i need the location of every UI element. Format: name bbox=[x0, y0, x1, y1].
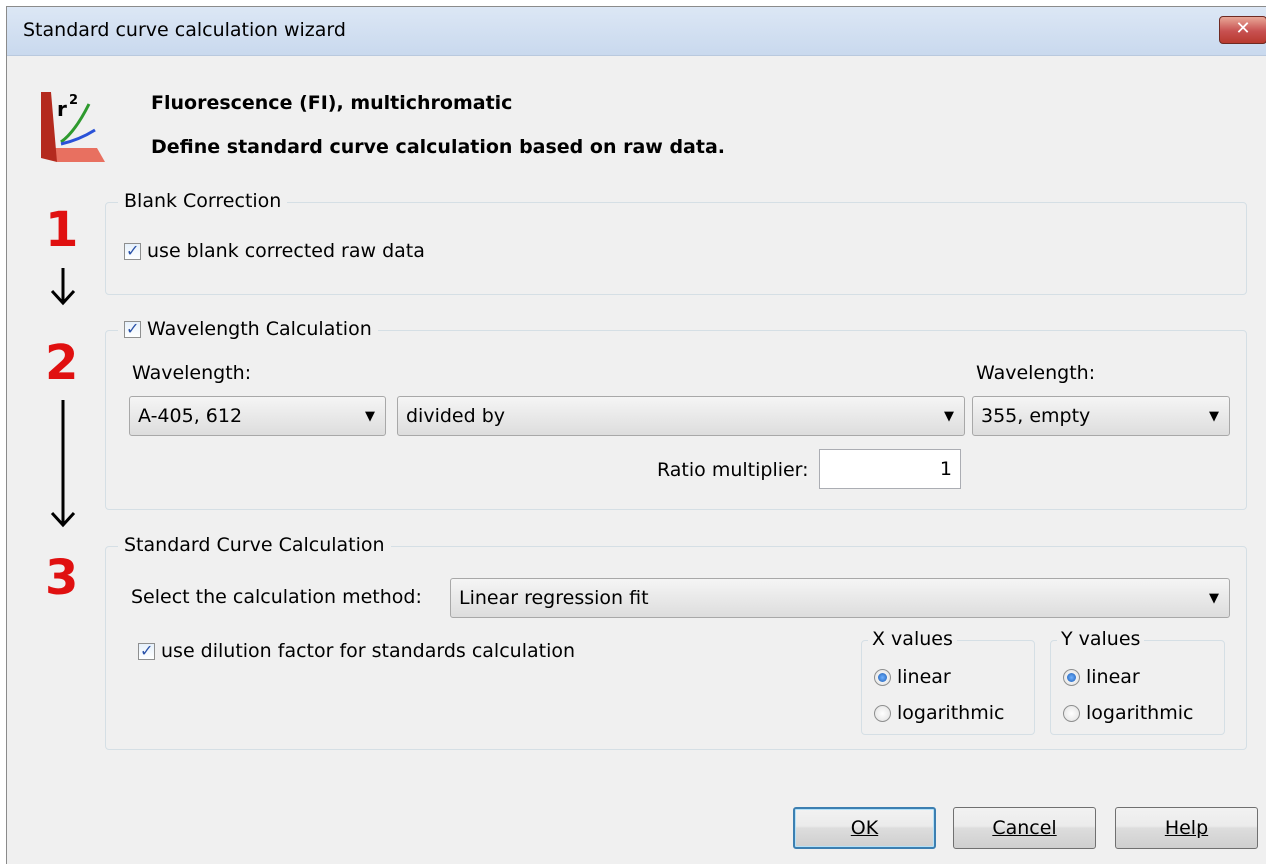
step-1-number: 1 bbox=[45, 202, 79, 258]
instruction-heading: Define standard curve calculation based … bbox=[151, 136, 725, 158]
chevron-down-icon: ▼ bbox=[365, 408, 375, 424]
right-wavelength-dropdown[interactable]: 355, empty ▼ bbox=[972, 396, 1230, 436]
wizard-window: Standard curve calculation wizard ✕ r 2 … bbox=[6, 6, 1266, 864]
step-arrow-down-icon bbox=[50, 400, 76, 528]
method-label: Select the calculation method: bbox=[131, 586, 422, 608]
step-3-number: 3 bbox=[45, 550, 79, 606]
x-values-group: X values linear logarithmic bbox=[861, 628, 1035, 735]
cancel-button[interactable]: Cancel bbox=[953, 807, 1096, 849]
use-blank-checkbox-row[interactable]: ✓ use blank corrected raw data bbox=[124, 240, 425, 262]
x-values-legend: X values bbox=[868, 628, 957, 650]
standard-curve-group: Standard Curve Calculation Select the ca… bbox=[105, 534, 1247, 750]
y-logarithmic-radio[interactable] bbox=[1063, 704, 1080, 722]
title-bar[interactable]: Standard curve calculation wizard ✕ bbox=[7, 7, 1266, 56]
step-arrow-down-icon bbox=[50, 268, 76, 306]
blank-correction-legend: Blank Correction bbox=[118, 190, 288, 212]
step-2-number: 2 bbox=[45, 335, 79, 391]
ratio-multiplier-label: Ratio multiplier: bbox=[657, 459, 809, 481]
wavelength-calculation-group: ✓ Wavelength Calculation Wavelength: A-4… bbox=[105, 318, 1247, 510]
x-linear-radio[interactable] bbox=[874, 668, 891, 686]
svg-text:2: 2 bbox=[69, 93, 78, 108]
x-linear-radio-row[interactable]: linear bbox=[874, 666, 951, 688]
r-squared-chart-icon: r 2 bbox=[41, 92, 105, 162]
close-button[interactable]: ✕ bbox=[1219, 16, 1266, 44]
svg-text:r: r bbox=[57, 97, 67, 121]
use-blank-checkbox[interactable]: ✓ bbox=[124, 240, 141, 260]
checkmark-icon: ✓ bbox=[140, 640, 154, 660]
measurement-type-heading: Fluorescence (FI), multichromatic bbox=[151, 92, 513, 114]
wavelength-calculation-legend[interactable]: ✓ Wavelength Calculation bbox=[118, 318, 378, 340]
chevron-down-icon: ▼ bbox=[944, 408, 954, 424]
dilution-factor-label: use dilution factor for standards calcul… bbox=[161, 640, 576, 662]
standard-curve-legend: Standard Curve Calculation bbox=[118, 534, 391, 556]
dilution-factor-checkbox-row[interactable]: ✓ use dilution factor for standards calc… bbox=[138, 640, 575, 662]
ratio-multiplier-input[interactable]: 1 bbox=[819, 449, 961, 489]
wavelength-calculation-checkbox[interactable]: ✓ bbox=[124, 318, 141, 338]
blank-correction-group: Blank Correction ✓ use blank corrected r… bbox=[105, 190, 1247, 295]
left-wavelength-label: Wavelength: bbox=[132, 362, 252, 384]
dialog-body: r 2 Fluorescence (FI), multichromatic De… bbox=[7, 56, 1266, 864]
close-icon: ✕ bbox=[1235, 18, 1251, 39]
operator-dropdown[interactable]: divided by ▼ bbox=[397, 396, 965, 436]
checkmark-icon: ✓ bbox=[126, 318, 140, 338]
right-wavelength-label: Wavelength: bbox=[976, 362, 1096, 384]
y-linear-radio-row[interactable]: linear bbox=[1063, 666, 1140, 688]
chevron-down-icon: ▼ bbox=[1209, 408, 1219, 424]
ok-button[interactable]: OK bbox=[793, 807, 936, 849]
x-logarithmic-radio[interactable] bbox=[874, 704, 891, 722]
window-title: Standard curve calculation wizard bbox=[23, 19, 346, 41]
y-values-group: Y values linear logarithmic bbox=[1050, 628, 1225, 735]
help-button[interactable]: Help bbox=[1115, 807, 1258, 849]
x-logarithmic-radio-row[interactable]: logarithmic bbox=[874, 702, 1004, 724]
y-values-legend: Y values bbox=[1057, 628, 1145, 650]
y-logarithmic-radio-row[interactable]: logarithmic bbox=[1063, 702, 1193, 724]
calculation-method-dropdown[interactable]: Linear regression fit ▼ bbox=[450, 578, 1230, 618]
checkmark-icon: ✓ bbox=[126, 240, 140, 260]
y-linear-radio[interactable] bbox=[1063, 668, 1080, 686]
chevron-down-icon: ▼ bbox=[1209, 590, 1219, 606]
left-wavelength-dropdown[interactable]: A-405, 612 ▼ bbox=[129, 396, 386, 436]
use-blank-label: use blank corrected raw data bbox=[147, 240, 425, 262]
dilution-factor-checkbox[interactable]: ✓ bbox=[138, 640, 155, 660]
